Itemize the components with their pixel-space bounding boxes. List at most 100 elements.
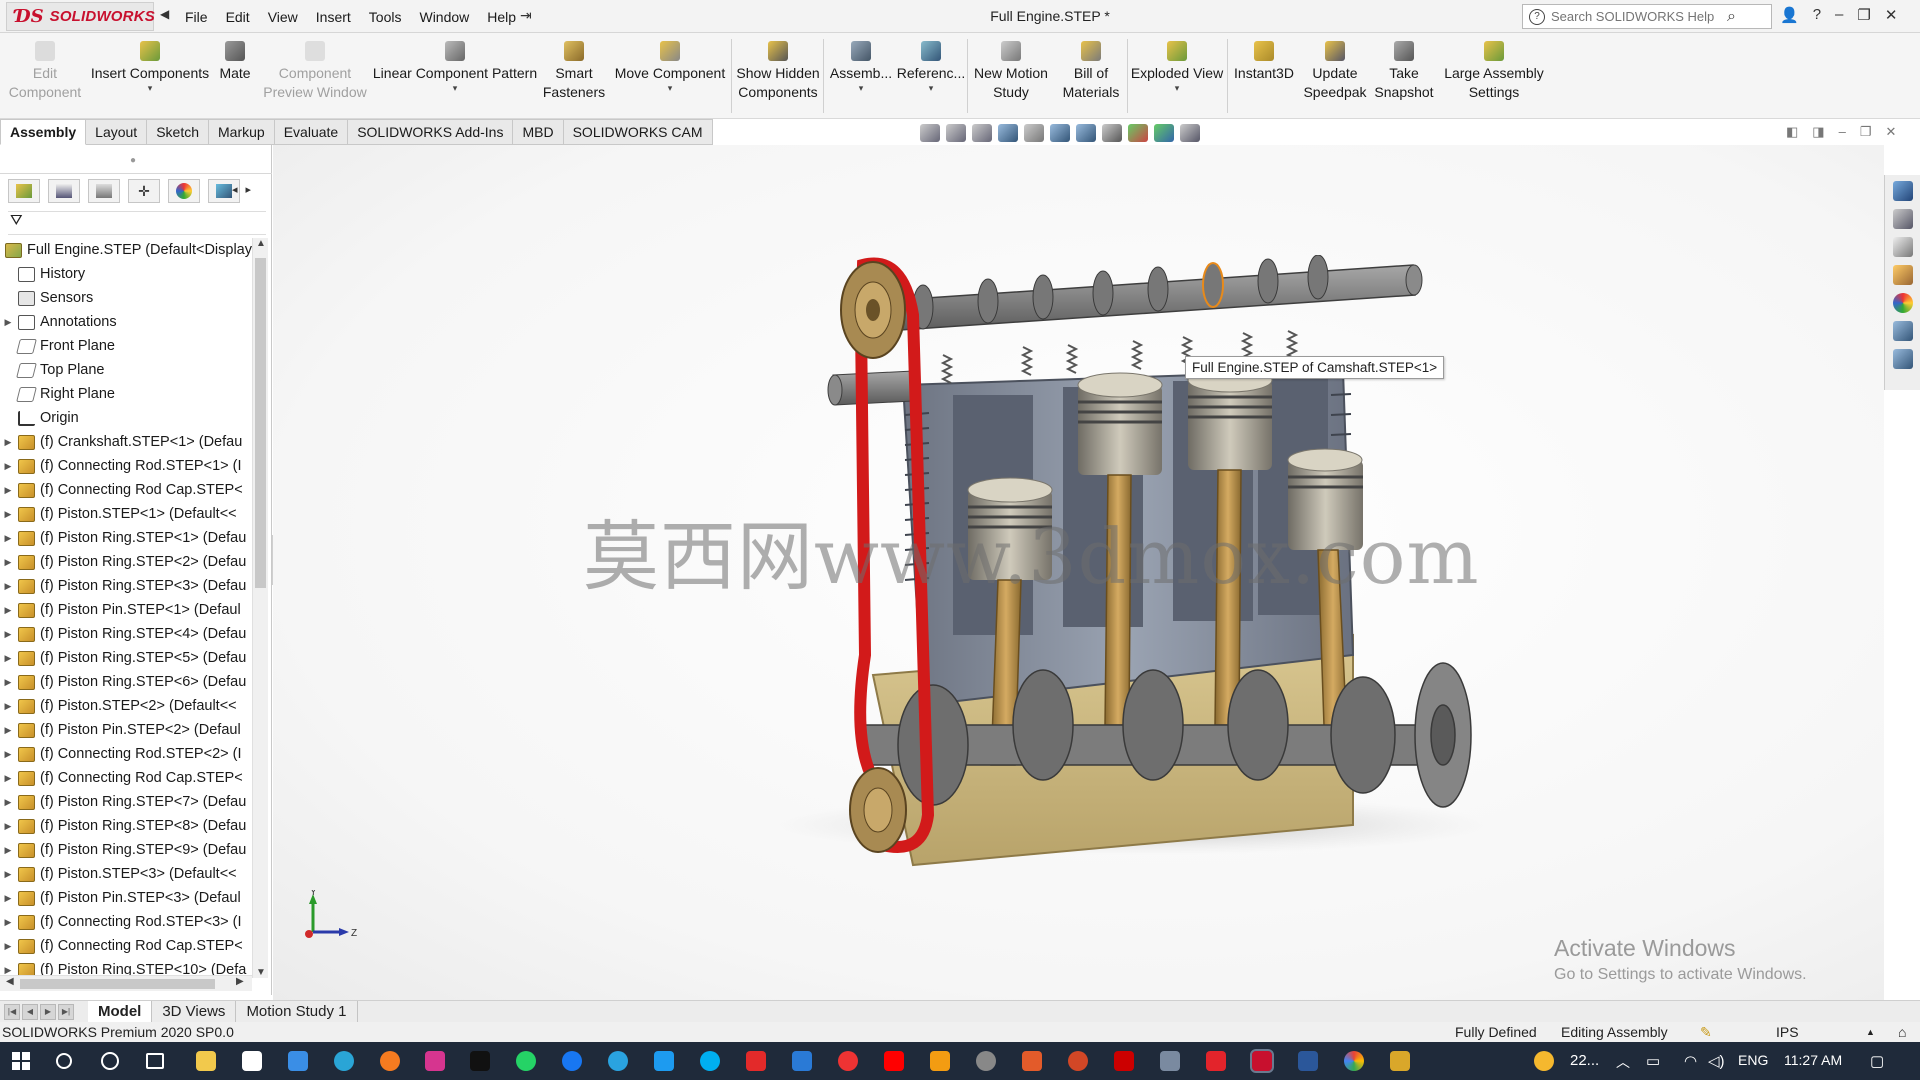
new-motion-study-button[interactable]: New Motion Study xyxy=(970,41,1052,102)
expand-icon[interactable]: ▶ xyxy=(2,821,14,832)
menu-help[interactable]: Help xyxy=(478,9,525,25)
skype-app-icon[interactable] xyxy=(700,1051,720,1071)
whatsapp-app-icon[interactable] xyxy=(516,1051,536,1071)
cortana-icon[interactable] xyxy=(101,1052,119,1070)
tree-item-component[interactable]: ▶ (f) Crankshaft.STEP<1> (Defau xyxy=(0,430,252,454)
language-indicator[interactable]: ENG xyxy=(1738,1052,1768,1068)
menu-view[interactable]: View xyxy=(259,9,307,25)
tree-item-component[interactable]: ▶ (f) Piston Ring.STEP<3> (Defau xyxy=(0,574,252,598)
search-input[interactable] xyxy=(1551,9,1721,24)
office-hub-app-icon[interactable] xyxy=(1206,1051,1226,1071)
tree-item-component[interactable]: ▶ (f) Piston Ring.STEP<7> (Defau xyxy=(0,790,252,814)
tree-item-origin[interactable]: Origin xyxy=(0,406,252,430)
tab-addins[interactable]: SOLIDWORKS Add-Ins xyxy=(348,119,514,145)
panel-tab-scroll-icon[interactable]: ◂▸ xyxy=(232,183,259,196)
chevron-down-icon[interactable]: ▾ xyxy=(929,83,934,93)
tree-item-component[interactable]: ▶ (f) Connecting Rod Cap.STEP< xyxy=(0,766,252,790)
edit-appearance-icon[interactable] xyxy=(1128,124,1148,142)
task-view-icon[interactable] xyxy=(146,1053,164,1069)
prev-tab-icon[interactable]: ◀ xyxy=(22,1003,38,1020)
word-app-icon[interactable] xyxy=(1298,1051,1318,1071)
rebuild-icon[interactable]: ✎ xyxy=(1700,1024,1712,1041)
graphics-area[interactable]: Full Engine.STEP of Camshaft.STEP<1> 莫西网… xyxy=(273,145,1884,1000)
clock[interactable]: 11:27 AM xyxy=(1784,1052,1842,1068)
notifications-icon[interactable]: ▢ xyxy=(1870,1052,1884,1070)
tree-item-component[interactable]: ▶ (f) Connecting Rod.STEP<3> (I xyxy=(0,910,252,934)
chevron-down-icon[interactable]: ▾ xyxy=(859,83,864,93)
tree-item-component[interactable]: ▶ (f) Piston Pin.STEP<3> (Defaul xyxy=(0,886,252,910)
expand-icon[interactable]: ▶ xyxy=(2,965,14,976)
previous-view-icon[interactable] xyxy=(972,124,992,142)
office-app-icon[interactable] xyxy=(1022,1051,1042,1071)
display-style-icon[interactable] xyxy=(1076,124,1096,142)
tab-evaluate[interactable]: Evaluate xyxy=(274,119,349,145)
tree-item-component[interactable]: ▶ (f) Piston Ring.STEP<8> (Defau xyxy=(0,814,252,838)
tab-markup[interactable]: Markup xyxy=(209,119,275,145)
close-icon[interactable]: ✕ xyxy=(1885,6,1898,24)
design-library-icon[interactable] xyxy=(1892,237,1913,257)
viewport-restore-icon[interactable]: ❐ xyxy=(1860,124,1872,140)
next-tab-icon[interactable]: ▶ xyxy=(40,1003,56,1020)
appearances-icon[interactable] xyxy=(1892,293,1913,313)
instagram-app-icon[interactable] xyxy=(425,1051,445,1071)
take-snapshot-button[interactable]: Take Snapshot xyxy=(1372,41,1436,102)
autocad-app-icon[interactable] xyxy=(1114,1051,1134,1071)
tab-model[interactable]: Model xyxy=(88,1000,153,1023)
menu-insert[interactable]: Insert xyxy=(307,9,360,25)
first-tab-icon[interactable]: |◀ xyxy=(4,1003,20,1020)
expand-icon[interactable]: ▶ xyxy=(2,605,14,616)
expand-icon[interactable]: ▶ xyxy=(2,317,14,328)
resources-icon[interactable] xyxy=(1892,209,1913,229)
tab-cam[interactable]: SOLIDWORKS CAM xyxy=(563,119,713,145)
obs-app-icon[interactable] xyxy=(976,1051,996,1071)
youtube-app-icon[interactable] xyxy=(884,1051,904,1071)
expand-icon[interactable]: ▶ xyxy=(2,509,14,520)
tree-item-sensors[interactable]: Sensors xyxy=(0,286,252,310)
tree-item-component[interactable]: ▶ (f) Piston Ring.STEP<1> (Defau xyxy=(0,526,252,550)
chevron-down-icon[interactable]: ▾ xyxy=(453,83,458,93)
units-dropdown-icon[interactable]: ▲ xyxy=(1866,1027,1875,1037)
windows-start-icon[interactable] xyxy=(12,1052,30,1070)
expand-icon[interactable]: ▶ xyxy=(2,461,14,472)
tree-item-component[interactable]: ▶ (f) Piston Ring.STEP<2> (Defau xyxy=(0,550,252,574)
acrobat-app-icon[interactable] xyxy=(746,1051,766,1071)
tree-item-component[interactable]: ▶ (f) Connecting Rod.STEP<1> (I xyxy=(0,454,252,478)
expand-icon[interactable]: ▶ xyxy=(2,869,14,880)
expand-icon[interactable]: ▶ xyxy=(2,773,14,784)
tab-layout[interactable]: Layout xyxy=(86,119,148,145)
tree-item-component[interactable]: ▶ (f) Piston.STEP<1> (Default<< xyxy=(0,502,252,526)
menu-tools[interactable]: Tools xyxy=(360,9,411,25)
user-icon[interactable]: 👤 xyxy=(1780,6,1799,24)
tree-item-component[interactable]: ▶ (f) Piston.STEP<2> (Default<< xyxy=(0,694,252,718)
reference-geometry-button[interactable]: Referenc... ▾ xyxy=(896,41,966,93)
expand-icon[interactable]: ▶ xyxy=(2,533,14,544)
hide-show-items-icon[interactable] xyxy=(1102,124,1122,142)
menu-edit[interactable]: Edit xyxy=(217,9,259,25)
expand-icon[interactable]: ▶ xyxy=(2,725,14,736)
twitter-app-icon[interactable] xyxy=(654,1051,674,1071)
expand-icon[interactable]: ▶ xyxy=(2,653,14,664)
section-view-icon[interactable] xyxy=(998,124,1018,142)
battery-icon[interactable]: ▭ xyxy=(1646,1052,1660,1070)
weather-icon[interactable] xyxy=(1534,1051,1554,1071)
wifi-icon[interactable]: ◠ xyxy=(1684,1052,1697,1070)
filter-icon[interactable]: ⛛ xyxy=(10,212,23,229)
solidworks-app-icon[interactable] xyxy=(1250,1049,1274,1073)
mail-app-icon[interactable] xyxy=(288,1051,308,1071)
linear-pattern-button[interactable]: Linear Component Pattern ▾ xyxy=(370,41,540,93)
update-speedpak-button[interactable]: Update Speedpak xyxy=(1302,41,1368,102)
chrome-app-icon[interactable] xyxy=(1344,1051,1364,1071)
vlc-app-icon[interactable] xyxy=(930,1051,950,1071)
tree-item-history[interactable]: History xyxy=(0,262,252,286)
telegram-app-icon[interactable] xyxy=(608,1051,628,1071)
tab-3d-views[interactable]: 3D Views xyxy=(152,1000,237,1023)
tooltip-toggle-icon[interactable]: ⌂ xyxy=(1898,1024,1906,1040)
zoom-to-area-icon[interactable] xyxy=(946,124,966,142)
tree-item-annotations[interactable]: ▶ Annotations xyxy=(0,310,252,334)
tree-item-right-plane[interactable]: Right Plane xyxy=(0,382,252,406)
mate-button[interactable]: Mate xyxy=(214,41,256,83)
media-player-app-icon[interactable] xyxy=(838,1051,858,1071)
view-orientation-icon[interactable] xyxy=(1050,124,1070,142)
expand-icon[interactable]: ▶ xyxy=(2,437,14,448)
split-view-icon[interactable]: ◧ xyxy=(1786,124,1798,140)
